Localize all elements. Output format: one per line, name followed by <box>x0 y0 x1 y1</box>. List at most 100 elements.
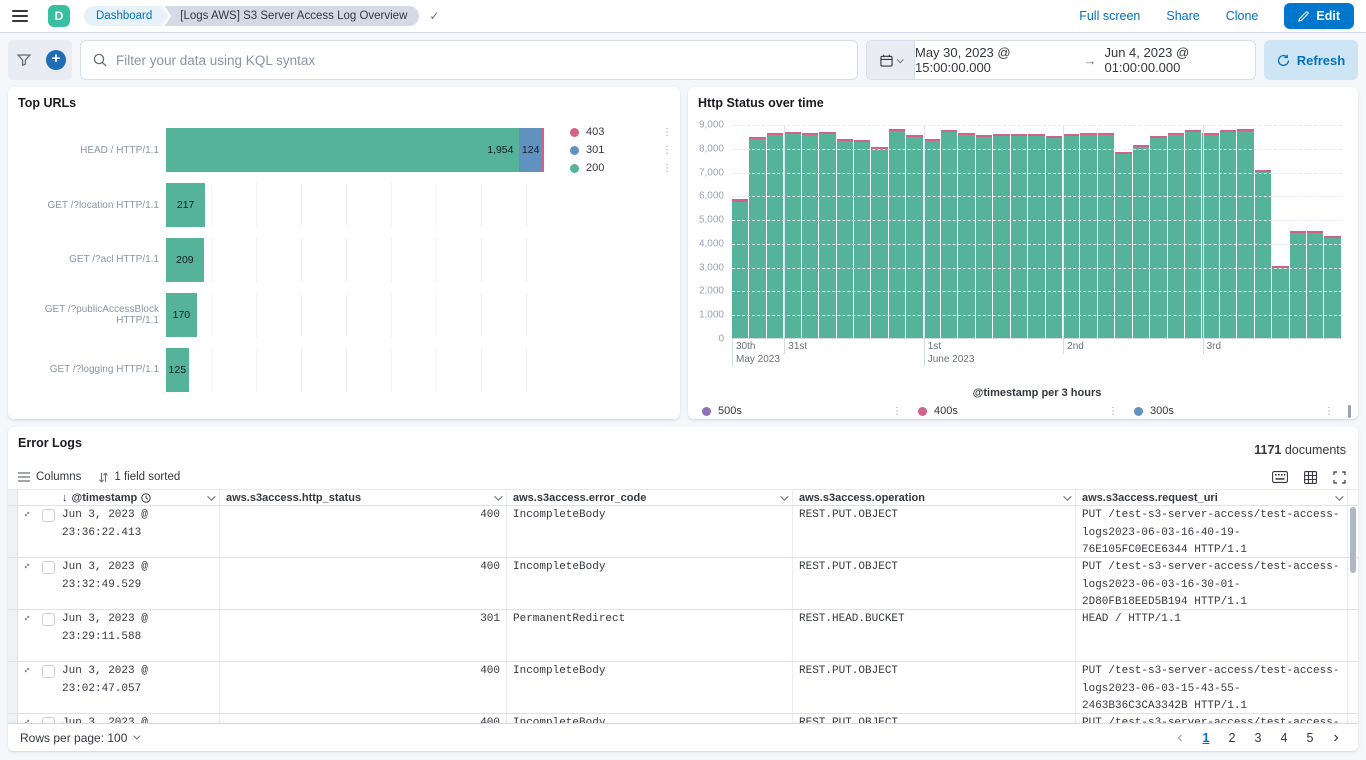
status-bar[interactable] <box>906 135 922 338</box>
check-icon[interactable]: ✓ <box>429 9 439 23</box>
status-bar[interactable] <box>1098 133 1114 338</box>
status-bar[interactable] <box>958 133 974 338</box>
status-bar[interactable] <box>1028 134 1044 338</box>
legend-menu-icon[interactable]: ⋮ <box>1108 406 1118 417</box>
status-bar[interactable] <box>924 139 940 338</box>
page-button-5[interactable]: 5 <box>1300 728 1320 748</box>
status-bar[interactable] <box>854 140 870 338</box>
column-header-request_uri[interactable]: aws.s3access.request_uri <box>1076 490 1348 505</box>
status-bar[interactable] <box>1063 134 1079 338</box>
bar-track: 217 <box>166 183 570 227</box>
status-bar[interactable] <box>871 147 887 338</box>
columns-button[interactable]: Columns <box>18 471 81 483</box>
status-bar[interactable] <box>1080 133 1096 338</box>
date-range-end[interactable]: Jun 4, 2023 @ 01:00:00.000 <box>1104 45 1255 75</box>
status-bar[interactable] <box>819 132 835 338</box>
column-menu-chevron-icon[interactable] <box>207 492 215 500</box>
status-bar[interactable] <box>1237 129 1253 338</box>
legend-scrollbar[interactable] <box>1348 405 1351 418</box>
kql-search-input[interactable] <box>116 53 845 68</box>
status-bar[interactable] <box>941 130 957 338</box>
column-menu-chevron-icon[interactable] <box>494 492 502 500</box>
status-bar[interactable] <box>1307 231 1323 338</box>
status-bar[interactable] <box>837 139 853 338</box>
expand-row-button[interactable] <box>18 558 36 609</box>
cell-ts: Jun 3, 2023 @ 23:36:22.413 <box>56 506 220 557</box>
expand-row-button[interactable] <box>18 662 36 713</box>
legend-item-400s[interactable]: 400s⋮ <box>910 405 1126 417</box>
page-button-4[interactable]: 4 <box>1274 728 1294 748</box>
status-bar[interactable] <box>1202 133 1218 338</box>
refresh-button[interactable]: Refresh <box>1264 40 1358 80</box>
column-header-timestamp[interactable]: ↓@timestamp <box>56 490 220 505</box>
expand-row-button[interactable] <box>18 610 36 661</box>
row-checkbox[interactable] <box>42 509 55 522</box>
chart-bar-row: GET /?logging HTTP/1.1125 <box>16 342 570 397</box>
clone-button[interactable]: Clone <box>1226 9 1259 23</box>
bar-track: 125 <box>166 348 570 392</box>
status-bar[interactable] <box>1290 231 1306 338</box>
date-range-start[interactable]: May 30, 2023 @ 15:00:00.000 <box>915 45 1075 75</box>
status-bar[interactable] <box>1011 134 1027 338</box>
page-button-2[interactable]: 2 <box>1222 728 1242 748</box>
status-bar[interactable] <box>749 137 765 338</box>
status-bar[interactable] <box>1324 236 1340 338</box>
status-bar[interactable] <box>1272 266 1288 338</box>
y-tick-label: 3,000 <box>664 262 724 273</box>
expand-row-button[interactable] <box>18 506 36 557</box>
status-bar[interactable] <box>1168 133 1184 338</box>
column-menu-chevron-icon[interactable] <box>1063 492 1071 500</box>
status-bar[interactable] <box>1220 130 1236 338</box>
sort-fields-button[interactable]: 1 field sorted <box>99 471 180 483</box>
edit-button[interactable]: Edit <box>1284 3 1354 29</box>
status-bar[interactable] <box>767 133 783 338</box>
breadcrumb-dashboard[interactable]: Dashboard <box>84 6 168 26</box>
bar-segment-403[interactable] <box>542 128 544 172</box>
breadcrumb-page-title[interactable]: [Logs AWS] S3 Server Access Log Overview <box>164 6 419 26</box>
status-bar[interactable] <box>1133 145 1149 338</box>
legend-item-300s[interactable]: 300s⋮ <box>1126 405 1342 417</box>
status-bar[interactable] <box>1150 136 1166 338</box>
filter-funnel-icon[interactable] <box>8 40 40 80</box>
share-button[interactable]: Share <box>1166 9 1199 23</box>
calendar-dropdown-button[interactable] <box>867 41 915 79</box>
row-checkbox[interactable] <box>42 665 55 678</box>
column-menu-chevron-icon[interactable] <box>1335 492 1343 500</box>
category-label: GET /?publicAccessBlock HTTP/1.1 <box>16 304 166 326</box>
status-bar[interactable] <box>1185 130 1201 338</box>
column-menu-chevron-icon[interactable] <box>780 492 788 500</box>
full-screen-button[interactable]: Full screen <box>1079 9 1140 23</box>
status-bar[interactable] <box>802 133 818 338</box>
chevron-down-icon <box>896 56 903 63</box>
page-button-1[interactable]: 1 <box>1196 728 1216 748</box>
keyboard-icon[interactable] <box>1272 471 1288 483</box>
status-bar[interactable] <box>889 129 905 338</box>
legend-item-500s[interactable]: 500s⋮ <box>694 405 910 417</box>
status-bar[interactable] <box>1046 136 1062 338</box>
space-avatar[interactable]: D <box>48 5 70 27</box>
column-header-http_status[interactable]: aws.s3access.http_status <box>220 490 507 505</box>
legend-menu-icon[interactable]: ⋮ <box>1324 406 1334 417</box>
fullscreen-icon[interactable] <box>1333 471 1346 484</box>
column-header-operation[interactable]: aws.s3access.operation <box>793 490 1076 505</box>
row-checkbox[interactable] <box>42 561 55 574</box>
grid-view-icon[interactable] <box>1304 471 1317 484</box>
prev-page-button[interactable]: ‹ <box>1170 728 1190 748</box>
legend-item-301[interactable]: 301⋮ <box>570 141 672 159</box>
column-header-error_code[interactable]: aws.s3access.error_code <box>507 490 793 505</box>
status-bar[interactable] <box>1255 170 1271 338</box>
next-page-button[interactable]: › <box>1326 728 1346 748</box>
table-scrollbar[interactable] <box>1350 507 1356 573</box>
add-filter-button[interactable]: + <box>40 40 72 80</box>
status-bar[interactable] <box>993 134 1009 338</box>
row-checkbox[interactable] <box>42 613 55 626</box>
status-bar[interactable] <box>976 135 992 338</box>
bar-200s-segment <box>1168 135 1184 338</box>
legend-item-200[interactable]: 200⋮ <box>570 159 672 177</box>
legend-item-403[interactable]: 403⋮ <box>570 123 672 141</box>
status-bar[interactable] <box>784 132 800 338</box>
legend-menu-icon[interactable]: ⋮ <box>892 406 902 417</box>
menu-icon[interactable] <box>12 10 28 22</box>
rows-per-page-button[interactable]: Rows per page: 100 <box>20 731 138 745</box>
page-button-3[interactable]: 3 <box>1248 728 1268 748</box>
